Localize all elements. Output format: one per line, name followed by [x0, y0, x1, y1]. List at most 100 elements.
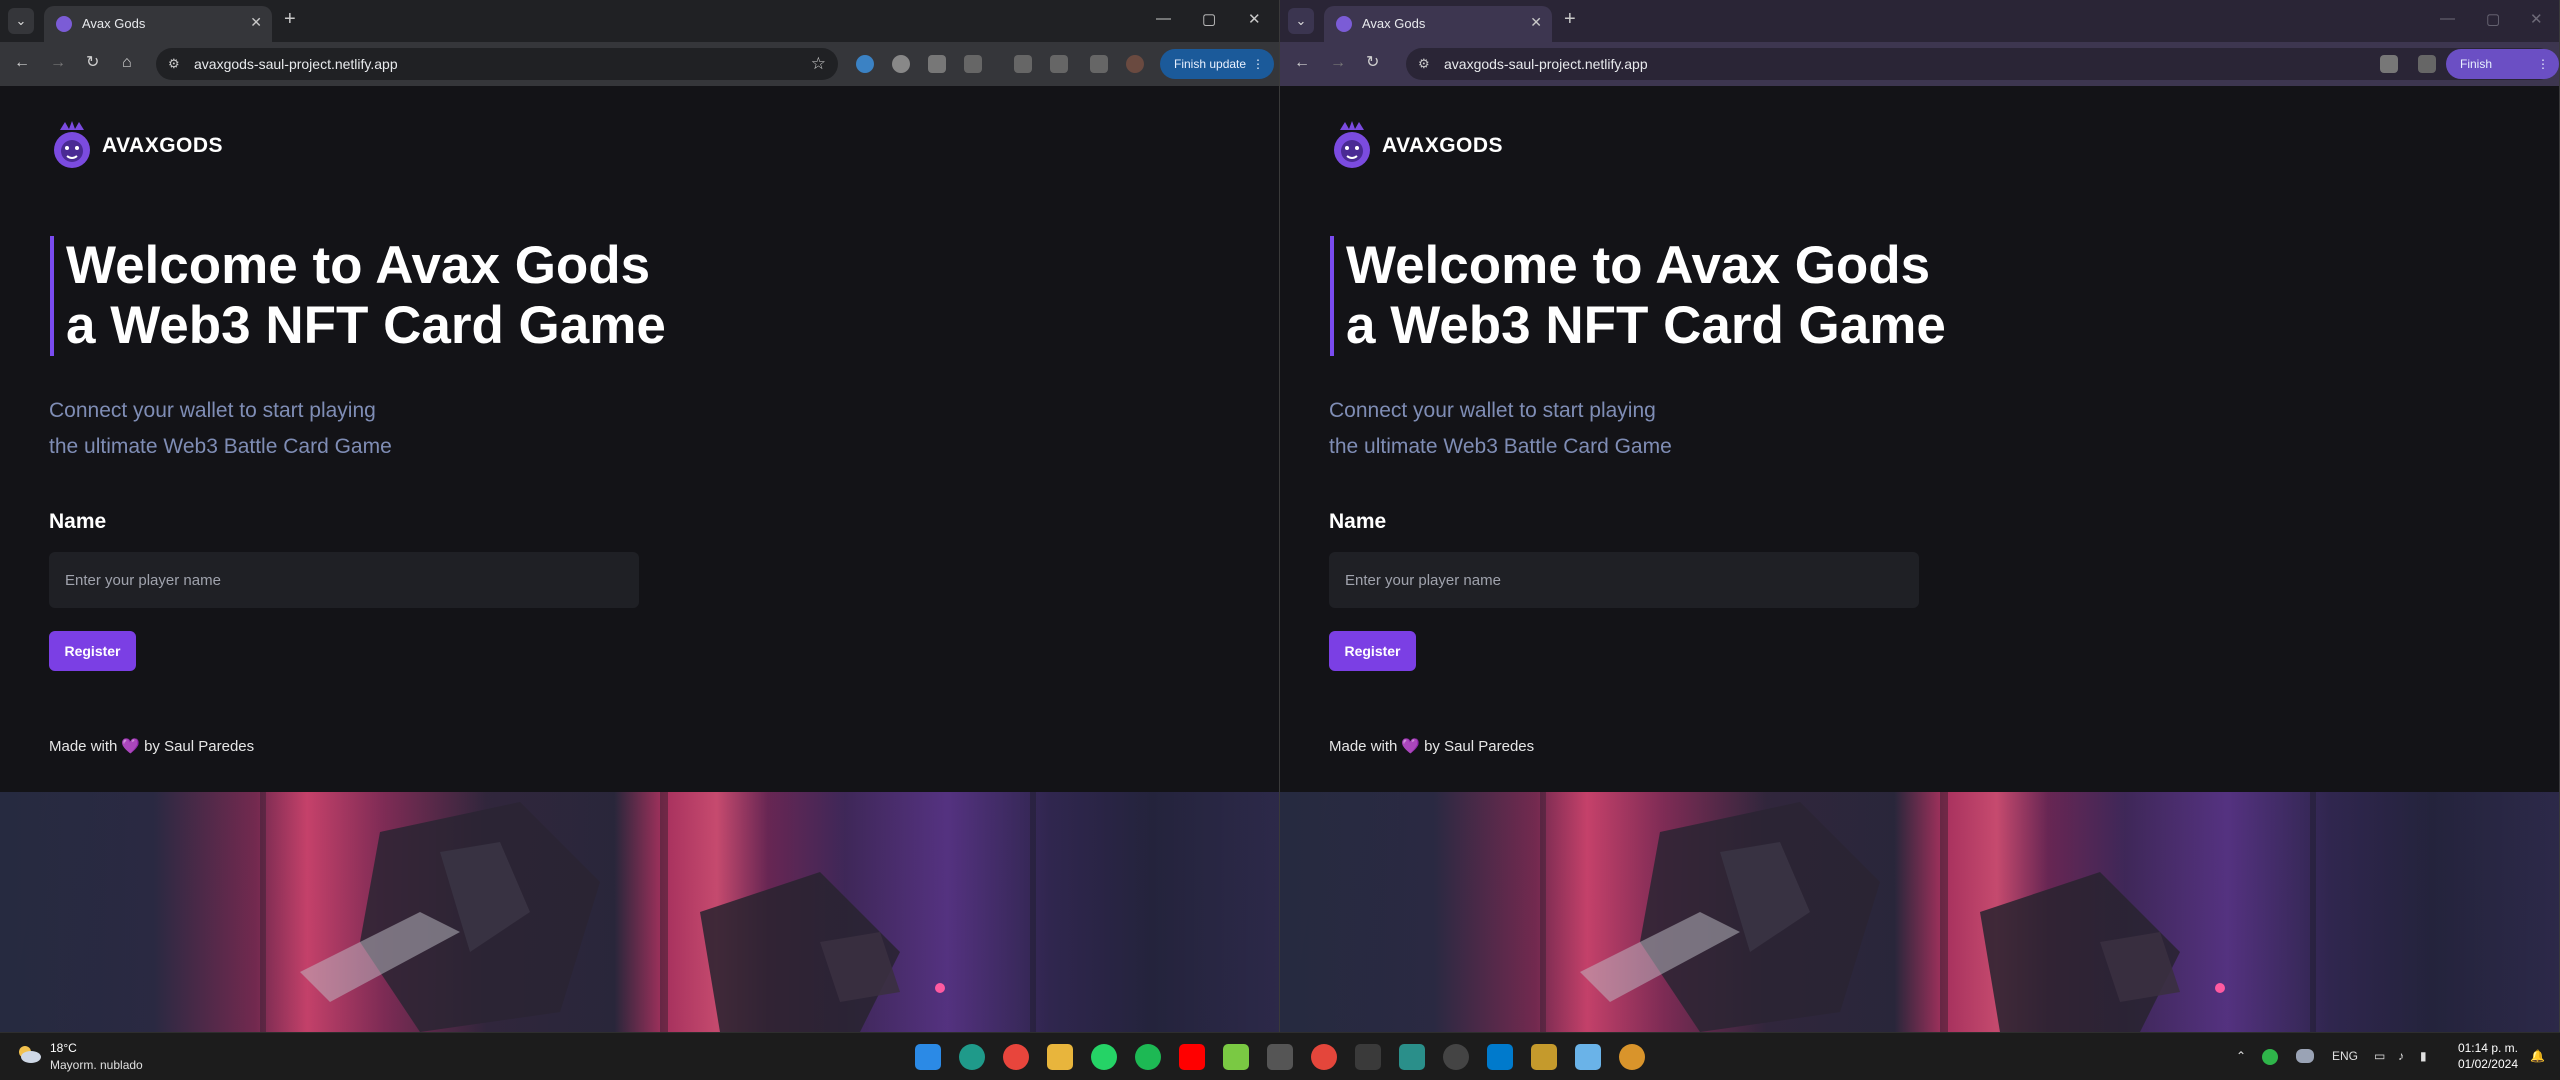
- register-button[interactable]: Register: [1329, 631, 1416, 671]
- subtitle-line-2: the ultimate Web3 Battle Card Game: [49, 435, 392, 458]
- vscode-icon[interactable]: [1487, 1044, 1513, 1070]
- chrome-canary-icon[interactable]: [1619, 1044, 1645, 1070]
- app-icon[interactable]: [1399, 1044, 1425, 1070]
- browser-toolbar: ← → ↻ ⌂ ⚙ avaxgods-saul-project.netlify.…: [0, 42, 1279, 86]
- tab-search-icon[interactable]: ⌄: [1288, 8, 1314, 34]
- download-icon[interactable]: [1050, 55, 1068, 73]
- more-menu-icon[interactable]: ⋮: [1252, 49, 1264, 79]
- new-tab-icon[interactable]: +: [284, 9, 296, 29]
- site-info-icon[interactable]: ⚙: [168, 56, 180, 72]
- browser-tab[interactable]: Avax Gods ✕: [44, 6, 272, 42]
- avaxgods-favicon-icon: [56, 16, 72, 32]
- edge-browser-icon[interactable]: [959, 1044, 985, 1070]
- hero-heading: Welcome to Avax Gods a Web3 NFT Card Gam…: [50, 236, 666, 356]
- extension-icon[interactable]: [892, 55, 910, 73]
- bookmark-star-icon[interactable]: ☆: [811, 54, 826, 74]
- sublime-icon[interactable]: [1355, 1044, 1381, 1070]
- system-clock[interactable]: 01:14 p. m. 01/02/2024: [2444, 1040, 2518, 1072]
- puzzle-extensions-icon[interactable]: [964, 55, 982, 73]
- back-arrow-icon[interactable]: ←: [14, 54, 30, 72]
- notification-bell-icon[interactable]: 🔔: [2530, 1049, 2545, 1063]
- side-panel-icon[interactable]: [1090, 55, 1108, 73]
- weather-condition: Mayorm. nublado: [50, 1058, 143, 1072]
- finish-update-button[interactable]: Finish update ⋮: [1160, 49, 1275, 79]
- forward-arrow-icon[interactable]: →: [50, 54, 66, 72]
- finish-update-button[interactable]: Finish update ⋮: [2446, 49, 2559, 101]
- maximize-icon[interactable]: ▢: [2486, 10, 2500, 28]
- minimize-icon[interactable]: —: [1156, 10, 1171, 27]
- close-tab-icon[interactable]: ✕: [1530, 14, 1542, 31]
- reload-icon[interactable]: ↻: [86, 54, 99, 72]
- desktop: ⌄ Avax Gods ✕ + — ▢ ✕ ← → ↻ ⌂ ⚙ avaxgods…: [0, 0, 2560, 1032]
- chevron-up-icon[interactable]: ⌃: [2236, 1049, 2246, 1063]
- onedrive-icon[interactable]: [2296, 1049, 2314, 1063]
- tab-title: Avax Gods: [82, 16, 146, 31]
- heart-icon: 💜: [1401, 738, 1421, 755]
- player-name-input[interactable]: [1329, 552, 1919, 608]
- youtube-icon[interactable]: [1179, 1044, 1205, 1070]
- taskbar: 18°C Mayorm. nublado ⌃ ENG ▭ ♪ ▮ 01:14 p…: [0, 1032, 2560, 1080]
- browser-tab[interactable]: Avax Gods ✕: [1324, 6, 1552, 42]
- author-text: by Saul Paredes: [144, 738, 255, 755]
- close-window-icon[interactable]: ✕: [1248, 10, 1261, 28]
- banner-art: [1540, 792, 2316, 1032]
- tab-strip: ⌄ Avax Gods ✕ + — ▢ ✕: [1280, 0, 2559, 42]
- extension-icon[interactable]: [2380, 55, 2398, 73]
- tray-app-icon[interactable]: [2262, 1049, 2278, 1065]
- hero-line-1: Welcome to Avax Gods: [1346, 236, 1931, 295]
- minimize-icon[interactable]: —: [2440, 10, 2455, 27]
- volume-icon[interactable]: ♪: [2398, 1049, 2404, 1063]
- address-bar[interactable]: ⚙ avaxgods-saul-project.netlify.app ☆: [156, 48, 838, 80]
- forward-arrow-icon[interactable]: →: [1330, 54, 1346, 72]
- tab-strip: ⌄ Avax Gods ✕ + — ▢ ✕: [0, 0, 1279, 42]
- git-icon[interactable]: [1531, 1044, 1557, 1070]
- logo-text: AVAXGODS: [1382, 134, 1504, 157]
- close-tab-icon[interactable]: ✕: [250, 14, 262, 31]
- reading-list-icon[interactable]: [1014, 55, 1032, 73]
- browser-window-left: ⌄ Avax Gods ✕ + — ▢ ✕ ← → ↻ ⌂ ⚙ avaxgods…: [0, 0, 1280, 1032]
- tab-search-icon[interactable]: ⌄: [8, 8, 34, 34]
- subtitle-line-1: Connect your wallet to start playing: [49, 399, 376, 422]
- speedometer-icon[interactable]: [1443, 1044, 1469, 1070]
- language-indicator[interactable]: ENG: [2332, 1049, 2358, 1063]
- more-menu-icon[interactable]: ⋮: [2537, 49, 2549, 79]
- whatsapp-icon[interactable]: [1091, 1044, 1117, 1070]
- lion-crown-logo-icon: [54, 121, 90, 168]
- player-name-input[interactable]: [49, 552, 639, 608]
- reload-icon[interactable]: ↻: [1366, 54, 1379, 72]
- profile-avatar[interactable]: [1126, 55, 1144, 73]
- file-explorer-icon[interactable]: [1047, 1044, 1073, 1070]
- home-icon[interactable]: ⌂: [122, 54, 132, 72]
- url-text[interactable]: avaxgods-saul-project.netlify.app: [1444, 56, 1648, 72]
- chrome-icon[interactable]: [1003, 1044, 1029, 1070]
- made-with-text: Made with: [1329, 738, 1398, 755]
- hero-banner-image: [0, 792, 1279, 1032]
- temperature: 18°C: [50, 1041, 77, 1055]
- url-text[interactable]: avaxgods-saul-project.netlify.app: [194, 56, 398, 72]
- avaxgods-favicon-icon: [1336, 16, 1352, 32]
- maximize-icon[interactable]: ▢: [1202, 10, 1216, 28]
- finish-update-label: Finish update: [1174, 57, 1247, 71]
- lion-crown-logo-icon: [1334, 121, 1370, 168]
- upwork-icon[interactable]: [1223, 1044, 1249, 1070]
- todoist-icon[interactable]: [1311, 1044, 1337, 1070]
- app-l-icon[interactable]: [1267, 1044, 1293, 1070]
- browser-window-right: ⌄ Avax Gods ✕ + — ▢ ✕ ← → ↻ ⚙ avaxgods-s…: [1280, 0, 2560, 1032]
- site-info-icon[interactable]: ⚙: [1418, 56, 1430, 72]
- logo-text: AVAXGODS: [102, 134, 224, 157]
- puzzle-extensions-icon[interactable]: [2418, 55, 2436, 73]
- network-icon[interactable]: ▭: [2374, 1049, 2385, 1063]
- time: 01:14 p. m.: [2457, 1041, 2518, 1055]
- subtitle-line-2: the ultimate Web3 Battle Card Game: [1329, 435, 1672, 458]
- browser-toolbar: ← → ↻ ⚙ avaxgods-saul-project.netlify.ap…: [1280, 42, 2559, 101]
- extension-icon[interactable]: [928, 55, 946, 73]
- register-button[interactable]: Register: [49, 631, 136, 671]
- react-devtools-icon[interactable]: [856, 55, 874, 73]
- notepad-icon[interactable]: [1575, 1044, 1601, 1070]
- back-arrow-icon[interactable]: ←: [1294, 54, 1310, 72]
- close-window-icon[interactable]: ✕: [2530, 10, 2543, 28]
- spotify-icon[interactable]: [1135, 1044, 1161, 1070]
- windows-start-icon[interactable]: [915, 1044, 941, 1070]
- new-tab-icon[interactable]: +: [1564, 9, 1576, 29]
- battery-icon[interactable]: ▮: [2420, 1049, 2427, 1063]
